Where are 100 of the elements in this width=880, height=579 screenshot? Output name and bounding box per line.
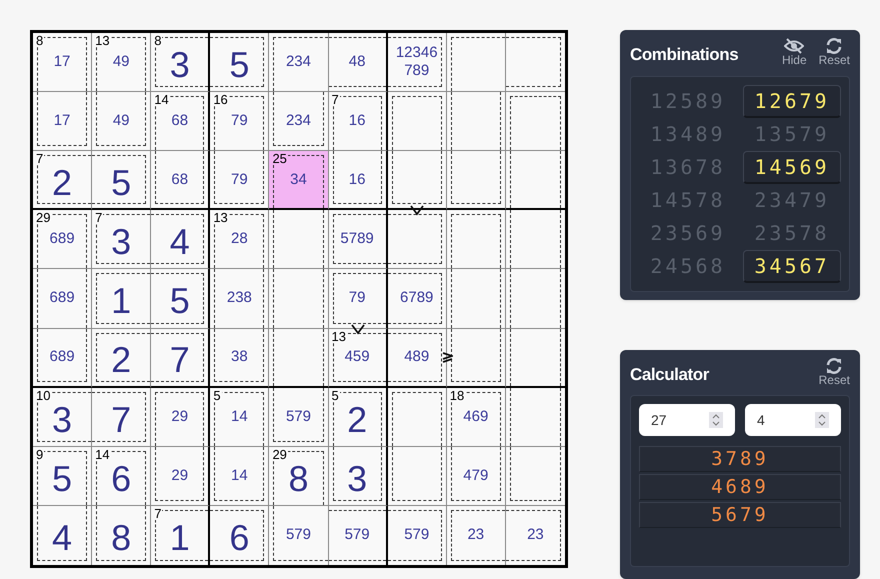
sudoku-cell[interactable]: 4 <box>33 506 92 565</box>
sudoku-cell[interactable]: 8 <box>92 506 152 565</box>
sudoku-cell[interactable]: 5 14 <box>210 388 270 447</box>
sudoku-cell[interactable]: 79 <box>328 269 388 329</box>
sudoku-cell[interactable]: 7 16 <box>328 92 388 152</box>
sudoku-cell[interactable]: 38 <box>210 328 270 388</box>
number-field[interactable]: 27 <box>639 404 735 436</box>
sudoku-cell[interactable]: 13 459 <box>328 328 388 388</box>
result-row: 4689 <box>639 474 841 500</box>
candidate-digits: 49 <box>112 53 130 72</box>
sudoku-cell[interactable]: 14 68 <box>151 92 210 152</box>
sudoku-cell[interactable]: 25 34 <box>269 151 329 210</box>
cage-sum: 8 <box>152 34 162 47</box>
sudoku-cell[interactable]: 689 <box>33 269 92 329</box>
candidate-digits: 49 <box>112 112 130 130</box>
sudoku-cell[interactable]: 7 1 <box>151 506 210 565</box>
sudoku-cell[interactable]: 49 <box>92 92 152 152</box>
candidate-digits: 14 <box>231 408 248 426</box>
sudoku-cell[interactable]: 234 <box>269 33 329 92</box>
cell-digit: 7 <box>170 342 190 378</box>
candidate-digits: 17 <box>54 112 70 130</box>
sudoku-cell[interactable]: 7 3 <box>92 210 152 270</box>
sudoku-cell[interactable]: 5789 <box>328 210 388 270</box>
sudoku-cell[interactable]: 6789 <box>388 269 447 329</box>
sudoku-cell[interactable]: 579 <box>269 388 329 447</box>
sudoku-cell[interactable]: 479 <box>446 446 506 506</box>
combination-item[interactable]: 34567 <box>743 250 841 282</box>
candidate-digits: 68 <box>171 112 188 130</box>
result-row: 5679 <box>639 502 841 528</box>
sudoku-cell[interactable]: 18 469 <box>446 388 506 447</box>
sudoku-cell[interactable]: 68 <box>151 151 210 210</box>
candidate-digits: 38 <box>231 348 248 366</box>
sudoku-cell[interactable]: 579 <box>269 506 329 565</box>
sudoku-cell[interactable]: 14 <box>210 446 270 506</box>
sudoku-cell[interactable]: 10 3 <box>33 388 92 447</box>
cell-digit: 7 <box>111 402 132 438</box>
sudoku-cell[interactable]: 5 <box>210 33 270 92</box>
candidate-digits: 579 <box>344 526 370 544</box>
cage-sum: 13 <box>93 34 111 47</box>
sudoku-cell[interactable]: 2 <box>92 328 152 388</box>
combination-item[interactable]: 12679 <box>743 84 841 118</box>
sudoku-cell[interactable]: 6 <box>210 506 270 565</box>
sudoku-cell[interactable]: 29 689 <box>33 210 92 270</box>
sudoku-cell[interactable]: 238 <box>210 269 270 329</box>
sudoku-cell[interactable]: 5 <box>92 151 152 210</box>
cage-sum: 29 <box>34 211 52 224</box>
sudoku-cell[interactable]: 48 <box>328 33 388 92</box>
cell-digit: 2 <box>111 342 132 378</box>
candidate-digits: 479 <box>463 466 488 485</box>
sudoku-cell[interactable]: 5 <box>151 269 210 329</box>
sudoku-cell[interactable]: 16 79 <box>210 92 270 152</box>
reset-button[interactable]: Reset <box>818 358 850 386</box>
result-row: 3789 <box>639 446 841 472</box>
sudoku-cell[interactable]: 579 <box>388 506 447 565</box>
reset-button[interactable]: Reset <box>818 38 850 67</box>
candidate-digits: 234 <box>286 53 311 72</box>
candidate-digits: 6789 <box>400 289 434 308</box>
cage-sum: 25 <box>270 152 288 166</box>
panel-title: Calculator <box>630 364 709 386</box>
sudoku-cell[interactable]: 29 8 <box>269 446 329 506</box>
sudoku-cell[interactable]: 9 5 <box>33 446 92 506</box>
sudoku-cell[interactable]: 17 <box>33 92 92 152</box>
sudoku-cell[interactable]: 14 6 <box>92 446 152 506</box>
sudoku-cell[interactable]: 4 <box>151 210 210 270</box>
cage-sum: 16 <box>211 93 229 106</box>
sudoku-cell[interactable]: 29 <box>151 446 210 506</box>
sudoku-cell[interactable]: 7 <box>151 328 210 388</box>
cell-digit: 5 <box>52 460 72 497</box>
cage-sum: 14 <box>93 448 111 461</box>
sudoku-cell[interactable]: 23 <box>446 506 506 565</box>
candidate-digits: 579 <box>286 408 311 426</box>
cage-sum: 9 <box>34 448 44 461</box>
sudoku-cell[interactable]: 1 <box>92 269 152 329</box>
sudoku-cell[interactable]: 16 <box>328 151 388 210</box>
combination-item[interactable]: 14569 <box>743 150 841 184</box>
candidate-digits: 12346789 <box>394 44 439 80</box>
cage-sum: 10 <box>34 388 52 402</box>
sudoku-cell[interactable]: 7 2 <box>33 151 92 210</box>
cage-sum: 14 <box>152 93 170 106</box>
cage-sum: 8 <box>34 34 44 47</box>
sudoku-cell[interactable]: 8 17 <box>33 33 92 92</box>
candidate-digits: 234 <box>286 112 311 130</box>
sudoku-cell[interactable]: 12346789 <box>388 33 447 92</box>
sudoku-cell[interactable]: 7 <box>92 388 152 447</box>
sudoku-cell[interactable]: 579 <box>328 506 388 565</box>
sudoku-cell[interactable]: 13 49 <box>92 33 152 92</box>
cage-sum: 7 <box>93 211 104 224</box>
sudoku-cell[interactable]: 689 <box>33 328 92 388</box>
sudoku-cell[interactable]: 23 <box>506 506 565 565</box>
number-field[interactable]: 4 <box>745 404 841 436</box>
sudoku-cell[interactable]: 5 2 <box>328 388 388 447</box>
sudoku-cell[interactable]: 29 <box>151 388 210 447</box>
sudoku-cell[interactable]: 3 <box>328 446 388 506</box>
cage-sum: 29 <box>270 448 288 461</box>
hide-button[interactable]: Hide <box>782 38 807 67</box>
candidate-digits: 23 <box>467 526 484 544</box>
sudoku-cell[interactable]: 489 <box>388 328 447 388</box>
sudoku-cell[interactable]: 13 28 <box>210 210 270 270</box>
sudoku-cell[interactable]: 8 3 <box>151 33 210 92</box>
cell-digit: 2 <box>52 164 72 201</box>
